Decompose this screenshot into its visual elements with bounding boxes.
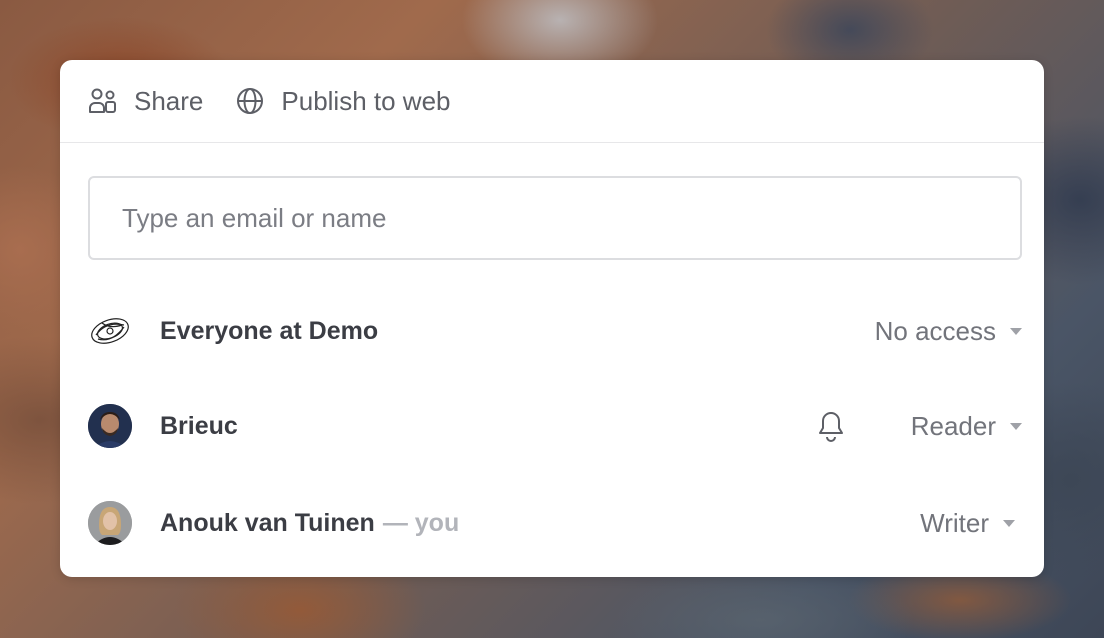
- globe-icon: [235, 86, 265, 116]
- share-popover: Share Publish to web Type an email or na…: [60, 60, 1044, 577]
- tab-publish-label: Publish to web: [281, 85, 451, 116]
- role-dropdown[interactable]: Reader: [911, 411, 1022, 442]
- member-name: Everyone at Demo: [160, 316, 379, 345]
- bell-icon[interactable]: [815, 410, 847, 442]
- tab-share-label: Share: [134, 85, 204, 116]
- invite-search-input[interactable]: [90, 178, 1020, 258]
- role-dropdown[interactable]: No access: [875, 316, 1022, 347]
- member-row: Brieuc Reader: [88, 396, 1022, 456]
- role-label: No access: [874, 315, 996, 346]
- member-name: Brieuc: [160, 411, 238, 440]
- caret-down-icon: [1003, 519, 1015, 527]
- people-icon: [88, 86, 118, 116]
- caret-down-icon: [1010, 422, 1022, 430]
- role-dropdown[interactable]: Writer: [920, 508, 1015, 539]
- user-avatar: [88, 501, 132, 545]
- caret-down-icon: [1010, 327, 1022, 335]
- role-label: Writer: [920, 507, 989, 538]
- share-tabs: Share Publish to web: [60, 60, 1044, 143]
- user-avatar: [88, 404, 132, 448]
- tab-share[interactable]: Share: [88, 86, 203, 117]
- member-row: Everyone at Demo No access: [88, 301, 1022, 361]
- invite-search-box: [88, 176, 1022, 260]
- team-logo-icon: [88, 309, 132, 353]
- current-user-tag: — you: [382, 508, 460, 537]
- member-row: Anouk van Tuinen — you Writer: [88, 493, 1022, 553]
- role-label: Reader: [910, 410, 996, 441]
- member-name: Anouk van Tuinen — you: [160, 508, 460, 537]
- tab-publish-to-web[interactable]: Publish to web: [235, 85, 451, 117]
